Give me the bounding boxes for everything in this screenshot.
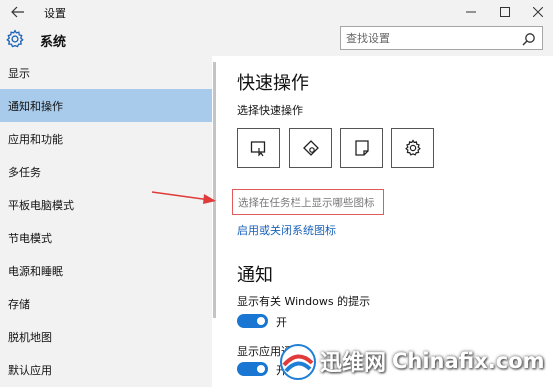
- sidebar-item-label: 显示: [8, 66, 30, 80]
- sidebar-item-battery-saver[interactable]: 节电模式: [0, 221, 212, 254]
- gear-icon: [6, 29, 24, 48]
- sidebar-item-label: 应用和功能: [8, 132, 63, 146]
- sidebar-item-label: 存储: [8, 297, 30, 311]
- page-title: 系统: [40, 35, 67, 50]
- windows-tips-toggle[interactable]: [237, 314, 268, 328]
- watermark-logo-icon: [280, 344, 316, 380]
- quick-actions-title: 快速操作: [237, 73, 309, 94]
- location-icon: [302, 140, 319, 156]
- back-button[interactable]: [6, 2, 30, 22]
- annotation-arrow-icon: [151, 191, 216, 204]
- search-box[interactable]: [340, 26, 543, 50]
- window-title: 设置: [44, 7, 66, 20]
- sidebar-item-default-apps[interactable]: 默认应用: [0, 353, 212, 386]
- watermark-brand-cn: 迅维网: [320, 351, 387, 376]
- toggle-knob: [257, 365, 265, 373]
- search-icon[interactable]: [522, 32, 536, 46]
- note-icon: [354, 140, 369, 156]
- sidebar-item-notifications[interactable]: 通知和操作: [0, 89, 212, 122]
- sidebar-item-storage[interactable]: 存储: [0, 287, 212, 320]
- choose-quick-actions-label: 选择快速操作: [237, 104, 303, 117]
- app-notifications-toggle[interactable]: [237, 362, 268, 376]
- watermark-brand-en: Chinafix.com: [392, 349, 545, 373]
- sidebar-item-label: 脱机地图: [8, 330, 52, 344]
- sidebar-item-label: 平板电脑模式: [8, 198, 74, 212]
- sidebar-item-display[interactable]: 显示: [0, 56, 212, 89]
- search-input[interactable]: [346, 30, 516, 47]
- system-icons-link[interactable]: 启用或关闭系统图标: [237, 222, 336, 238]
- minimize-button[interactable]: [454, 0, 488, 24]
- sidebar-item-offline-maps[interactable]: 脱机地图: [0, 320, 212, 353]
- sidebar-item-apps[interactable]: 应用和功能: [0, 122, 212, 155]
- sidebar-item-label: 节电模式: [8, 231, 52, 245]
- close-icon: [533, 7, 543, 17]
- close-button[interactable]: [521, 0, 553, 24]
- maximize-icon: [500, 7, 510, 17]
- taskbar-icons-link-box[interactable]: 选择在任务栏上显示哪些图标: [232, 189, 384, 215]
- sidebar-item-label: 默认应用: [8, 363, 52, 377]
- windows-tips-label: 显示有关 Windows 的提示: [237, 295, 371, 308]
- back-arrow-icon: [11, 6, 24, 18]
- quick-action-tile-location[interactable]: [289, 128, 332, 168]
- settings-gear-icon: [404, 139, 421, 156]
- sidebar-item-multitasking[interactable]: 多任务: [0, 155, 212, 188]
- sidebar-item-power-sleep[interactable]: 电源和睡眠: [0, 254, 212, 287]
- tablet-mode-icon: [250, 141, 265, 157]
- title-bar: 设置: [0, 0, 553, 24]
- content-pane: 快速操作 选择快速操作 选择在任务栏上显示哪些图标 启用或关闭系统图标 通知 显…: [212, 56, 553, 387]
- notifications-title: 通知: [237, 265, 273, 286]
- toggle-knob: [257, 317, 265, 325]
- windows-tips-toggle-state: 开: [276, 316, 287, 329]
- sidebar-item-label: 电源和睡眠: [8, 264, 63, 278]
- maximize-button[interactable]: [488, 0, 522, 24]
- sidebar-item-label: 通知和操作: [8, 99, 63, 113]
- minimize-icon: [466, 11, 476, 13]
- taskbar-icons-link[interactable]: 选择在任务栏上显示哪些图标: [238, 195, 375, 210]
- sidebar: 显示 通知和操作 应用和功能 多任务 平板电脑模式 节电模式 电源和睡眠 存储 …: [0, 56, 212, 387]
- quick-action-tile-note[interactable]: [340, 128, 383, 168]
- quick-action-tile-settings[interactable]: [391, 128, 434, 168]
- quick-action-tile-tablet[interactable]: [237, 128, 280, 168]
- sidebar-item-label: 多任务: [8, 165, 41, 179]
